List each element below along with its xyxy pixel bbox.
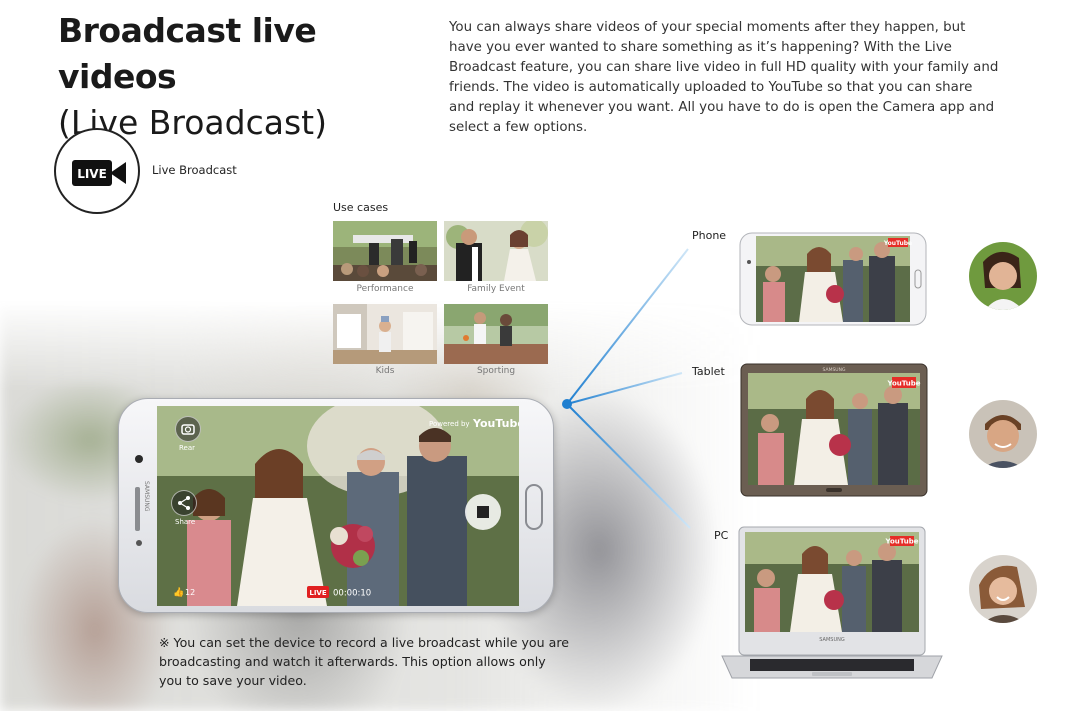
broadcast-timer: 00:00:10 xyxy=(333,589,371,599)
thumbs-up-icon: 👍 xyxy=(173,586,184,598)
laptop-youtube-badge: YouTube xyxy=(885,538,919,546)
powered-by-text: Powered by xyxy=(429,420,470,428)
broadcast-scene: Powered by YouTube LIVE 00:00:10 👍 12 xyxy=(157,406,519,606)
viewer-smiling-woman-portrait xyxy=(969,555,1037,623)
viewer-man-portrait xyxy=(969,400,1037,468)
home-button[interactable] xyxy=(523,479,545,535)
share-icon xyxy=(178,496,190,510)
connector-to-pc xyxy=(566,403,691,529)
connector-to-tablet xyxy=(566,372,683,405)
connector-to-phone xyxy=(566,248,689,405)
viewer-laptop: YouTube SAMSUNG xyxy=(721,526,943,679)
tablet-brand: SAMSUNG xyxy=(823,367,846,373)
likes-count: 12 xyxy=(185,588,195,597)
laptop-brand: SAMSUNG xyxy=(819,637,845,643)
broadcasting-phone: SAMSUNG Powered by YouTub LIVE 00:00:10 … xyxy=(118,398,554,613)
tablet-youtube-badge: YouTube xyxy=(887,380,921,388)
switch-camera-button[interactable] xyxy=(175,416,201,442)
rear-label: Rear xyxy=(179,444,196,452)
youtube-logo-text: YouTube xyxy=(472,417,519,430)
phone-youtube-badge: YouTube xyxy=(883,240,912,247)
phone-brand: SAMSUNG xyxy=(143,481,150,512)
share-button[interactable] xyxy=(171,490,197,516)
share-label: Share xyxy=(175,518,196,526)
viewer-tablet: YouTube SAMSUNG xyxy=(740,363,928,497)
camera-switch-icon xyxy=(181,424,195,435)
viewer-phone: YouTube xyxy=(739,232,927,326)
phone-left-bezel: SAMSUNG xyxy=(135,455,150,546)
broadcast-screen: Powered by YouTube LIVE 00:00:10 👍 12 Re… xyxy=(157,406,519,606)
connector-hub xyxy=(562,399,572,409)
viewer-woman-portrait xyxy=(969,242,1037,310)
live-badge: LIVE xyxy=(309,589,326,597)
tablet-label: Tablet xyxy=(692,365,725,378)
phone-label: Phone xyxy=(692,229,727,242)
footnote: ※ You can set the device to record a liv… xyxy=(159,635,569,688)
